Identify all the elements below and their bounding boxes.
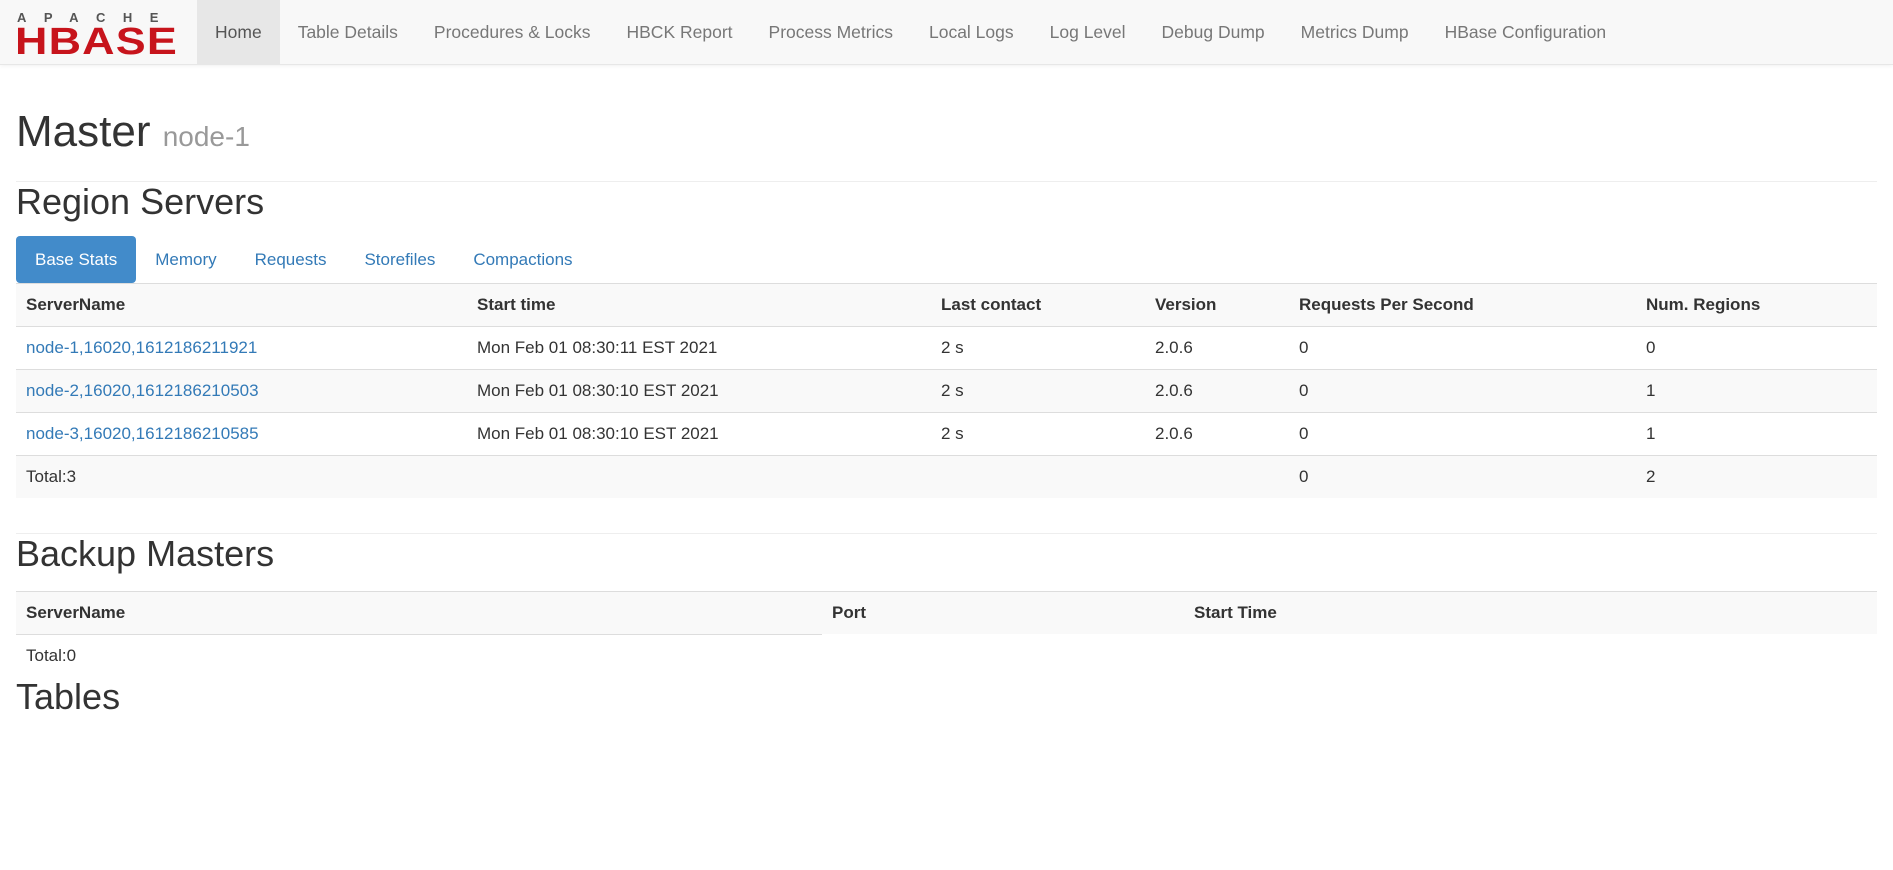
- region-servers-title: Region Servers: [16, 181, 265, 223]
- nav-log-level[interactable]: Log Level: [1032, 0, 1144, 64]
- svg-text:HBASE: HBASE: [15, 21, 178, 55]
- table-total-row: Total:3 0 2: [16, 454, 1877, 498]
- table-total-row: Total:0: [16, 633, 1877, 677]
- table-cell: [931, 454, 1145, 498]
- nav-hbase-configuration[interactable]: HBase Configuration: [1427, 0, 1624, 64]
- page-subtitle: node-1: [162, 121, 250, 152]
- page-title: Master node-1: [16, 107, 1877, 156]
- tab-storefiles[interactable]: Storefiles: [345, 236, 454, 283]
- nav-hbck-report[interactable]: HBCK Report: [609, 0, 751, 64]
- table-cell: 2 s: [931, 411, 1145, 456]
- server-name-cell: node-3,16020,1612186210585: [16, 411, 467, 456]
- column-header: Requests Per Second: [1289, 282, 1636, 327]
- table-cell: 0: [1289, 411, 1636, 456]
- table-cell: 2 s: [931, 325, 1145, 370]
- table-cell: 2.0.6: [1145, 368, 1289, 413]
- apache-hbase-logo-icon: APACHE HBASE: [15, 10, 178, 55]
- nav-metrics-dump[interactable]: Metrics Dump: [1283, 0, 1427, 64]
- table-row: node-3,16020,1612186210585 Mon Feb 01 08…: [16, 411, 1877, 456]
- nav-procedures-locks[interactable]: Procedures & Locks: [416, 0, 609, 64]
- main-nav: Home Table Details Procedures & Locks HB…: [197, 0, 1624, 64]
- table-cell: 1: [1636, 411, 1877, 456]
- server-link[interactable]: node-1,16020,1612186211921: [26, 338, 257, 357]
- tab-memory[interactable]: Memory: [136, 236, 235, 283]
- nav-home[interactable]: Home: [197, 0, 280, 64]
- nav-process-metrics[interactable]: Process Metrics: [751, 0, 911, 64]
- table-row: node-2,16020,1612186210503 Mon Feb 01 08…: [16, 368, 1877, 413]
- column-header: Start Time: [1184, 590, 1877, 635]
- column-header: ServerName: [16, 282, 467, 327]
- hbase-logo[interactable]: APACHE HBASE: [0, 0, 197, 64]
- table-cell: 1: [1636, 368, 1877, 413]
- backup-masters-title: Backup Masters: [16, 532, 275, 574]
- table-cell: Mon Feb 01 08:30:10 EST 2021: [467, 368, 931, 413]
- server-name-cell: node-1,16020,1612186211921: [16, 325, 467, 370]
- table-cell: 0: [1636, 325, 1877, 370]
- total-label: Total:0: [16, 633, 822, 677]
- table-row: node-1,16020,1612186211921 Mon Feb 01 08…: [16, 325, 1877, 370]
- tab-compactions[interactable]: Compactions: [454, 236, 591, 283]
- tab-requests[interactable]: Requests: [236, 236, 346, 283]
- table-header-row: ServerName Start time Last contact Versi…: [16, 282, 1877, 327]
- table-cell: [822, 634, 1184, 677]
- total-label: Total:3: [16, 454, 467, 498]
- region-servers-table: ServerName Start time Last contact Versi…: [16, 282, 1877, 498]
- tab-base-stats[interactable]: Base Stats: [16, 235, 137, 283]
- table-cell: 0: [1289, 325, 1636, 370]
- table-cell: [1184, 634, 1877, 677]
- nav-local-logs[interactable]: Local Logs: [911, 0, 1032, 64]
- table-cell: 0: [1289, 368, 1636, 413]
- region-servers-tabs: Base Stats Memory Requests Storefiles Co…: [16, 235, 1877, 283]
- column-header: Start time: [467, 282, 931, 327]
- column-header: ServerName: [16, 590, 822, 635]
- server-link[interactable]: node-2,16020,1612186210503: [26, 381, 259, 400]
- table-cell: Mon Feb 01 08:30:10 EST 2021: [467, 411, 931, 456]
- table-header-row: ServerName Port Start Time: [16, 590, 1877, 635]
- column-header: Port: [822, 590, 1184, 635]
- table-cell: 2.0.6: [1145, 411, 1289, 456]
- tables-title: Tables: [16, 675, 121, 717]
- server-link[interactable]: node-3,16020,1612186210585: [26, 424, 259, 443]
- column-header: Num. Regions: [1636, 282, 1877, 327]
- top-navbar: APACHE HBASE Home Table Details Procedur…: [0, 0, 1893, 65]
- server-name-cell: node-2,16020,1612186210503: [16, 368, 467, 413]
- main-content: Master node-1 Region Servers Base Stats …: [0, 107, 1893, 717]
- table-cell: Mon Feb 01 08:30:11 EST 2021: [467, 325, 931, 370]
- table-cell: 2 s: [931, 368, 1145, 413]
- page-title-text: Master: [16, 107, 151, 156]
- nav-table-details[interactable]: Table Details: [280, 0, 416, 64]
- total-regions: 2: [1636, 454, 1877, 498]
- page-header: Master node-1: [16, 107, 1877, 183]
- nav-debug-dump[interactable]: Debug Dump: [1144, 0, 1283, 64]
- table-cell: [1145, 454, 1289, 498]
- column-header: Last contact: [931, 282, 1145, 327]
- total-requests: 0: [1289, 454, 1636, 498]
- table-cell: [467, 454, 931, 498]
- table-cell: 2.0.6: [1145, 325, 1289, 370]
- column-header: Version: [1145, 282, 1289, 327]
- backup-masters-table: ServerName Port Start Time Total:0: [16, 590, 1877, 677]
